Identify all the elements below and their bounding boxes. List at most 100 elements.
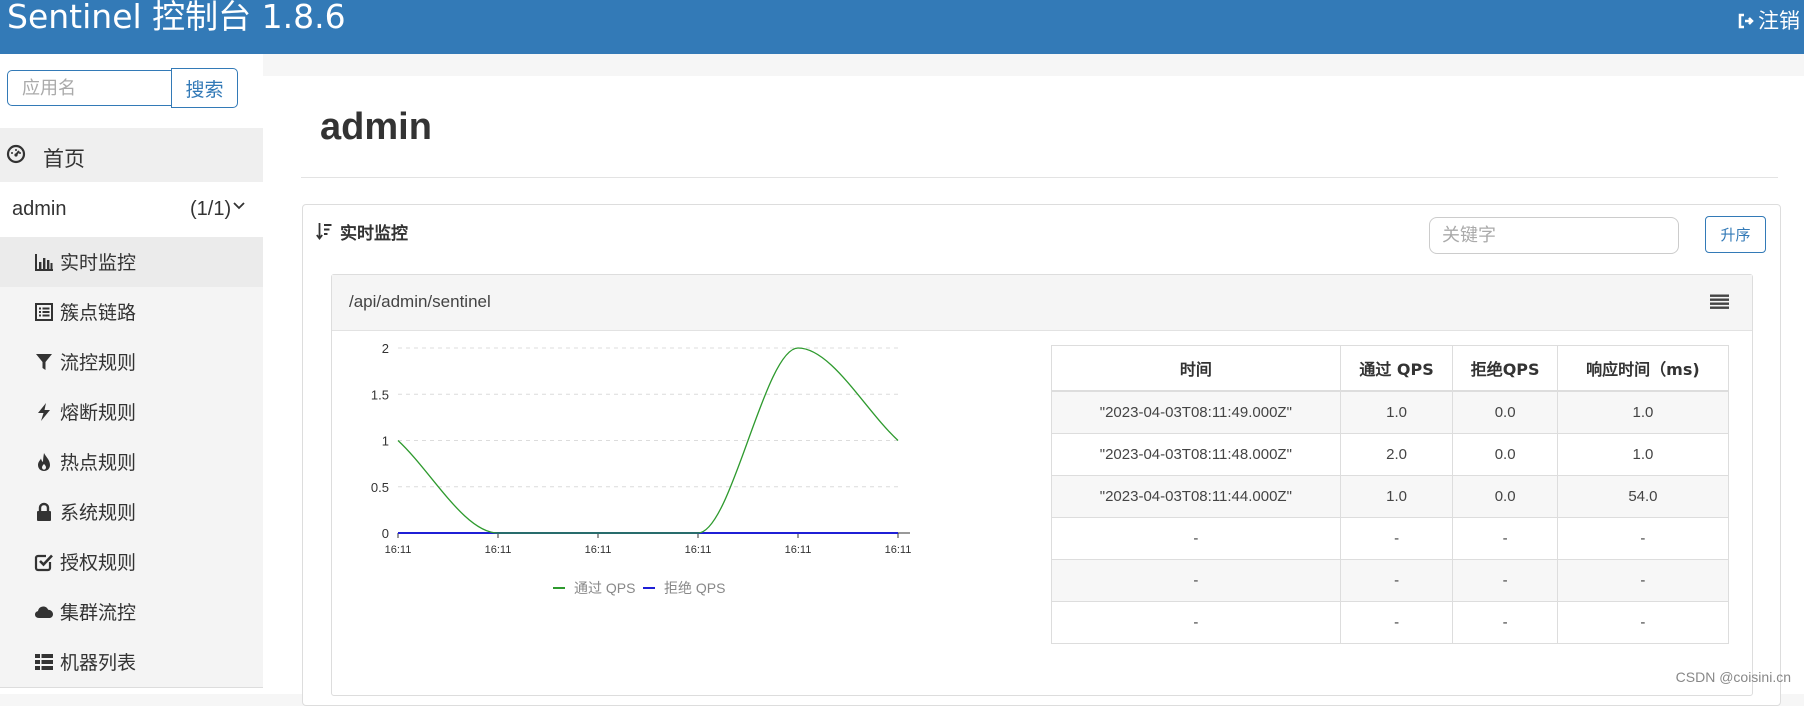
- sidebar-item-realtime-monitor[interactable]: 实时监控: [0, 237, 263, 287]
- x-tick-label: 16:11: [485, 544, 512, 556]
- table-cell: -: [1452, 601, 1558, 644]
- column-header: 拒绝QPS: [1452, 345, 1558, 392]
- table-cell: -: [1339, 517, 1454, 560]
- sidebar-item-cluster-flow[interactable]: 集群流控: [0, 587, 263, 637]
- top-navbar: Sentinel 控制台 1.8.6 注销: [0, 0, 1804, 54]
- title-divider: [301, 177, 1778, 178]
- resource-card: /api/admin/sentinel 0 0.5 1 1.5 2 16:11 16:11 1…: [331, 274, 1753, 696]
- legend-label: 通过 QPS: [574, 580, 635, 596]
- table-cell: 2.0: [1339, 433, 1454, 476]
- table-cell: -: [1556, 559, 1730, 602]
- sidebar-item-label: 机器列表: [60, 652, 137, 674]
- bar-chart-icon: [35, 254, 53, 271]
- sidebar-item-cluster-point-link[interactable]: 簇点链路: [0, 287, 263, 337]
- table-row: "2023-04-03T08:11:48.000Z" 2.0 0.0 1.0: [1051, 433, 1730, 476]
- table-cell: -: [1051, 517, 1341, 560]
- app-name: admin: [12, 198, 67, 220]
- logout-icon: [1738, 13, 1754, 29]
- sidebar-item-label: 流控规则: [60, 352, 137, 374]
- lock-icon: [37, 502, 51, 521]
- chevron-down-icon: [233, 202, 245, 210]
- logout-button[interactable]: 注销: [1737, 9, 1800, 33]
- x-tick-label: 16:11: [685, 544, 712, 556]
- sidebar-item-home[interactable]: 首页: [0, 128, 263, 182]
- table-row: ----: [1051, 559, 1730, 602]
- app-search-button[interactable]: 搜索: [171, 68, 238, 108]
- sidebar-item-label: 系统规则: [60, 502, 137, 524]
- sidebar-item-label: 集群流控: [60, 602, 137, 624]
- y-tick-label: 1: [382, 434, 389, 449]
- table-cell: -: [1452, 517, 1558, 560]
- sidebar-item-label: 熔断规则: [60, 402, 137, 424]
- app-menu: 实时监控 簇点链路 流控规则 熔断规则 热点规则 系统规则 授权规则 集群流控 …: [0, 237, 263, 687]
- table-cell: -: [1339, 601, 1454, 644]
- sidebar-item-authority-rules[interactable]: 授权规则: [0, 537, 263, 587]
- table-cell: "2023-04-03T08:11:49.000Z": [1051, 390, 1341, 434]
- sidebar-item-system-rules[interactable]: 系统规则: [0, 487, 263, 537]
- qps-line-chart: 0 0.5 1 1.5 2 16:11 16:11 16:11 16:11 16:11 16:11 通…: [371, 341, 912, 596]
- metrics-table: 时间 通过 QPS 拒绝QPS 响应时间（ms) "2023-04-03T08:11:…: [1051, 345, 1730, 644]
- panel-title: 实时监控: [340, 224, 408, 244]
- table-cell: 1.0: [1556, 390, 1730, 434]
- check-icon: [34, 554, 53, 572]
- watermark: CSDN @coisini.cn: [1675, 669, 1791, 685]
- table-cell: -: [1452, 559, 1558, 602]
- table-cell: -: [1339, 559, 1454, 602]
- y-tick-label: 1.5: [371, 387, 389, 402]
- menu-hamburger-icon[interactable]: [1710, 294, 1729, 309]
- sidebar-item-label: 授权规则: [60, 552, 137, 574]
- x-tick-label: 16:11: [885, 544, 912, 556]
- x-tick-label: 16:11: [785, 544, 812, 556]
- table-cell: "2023-04-03T08:11:44.000Z": [1051, 475, 1341, 518]
- sidebar-divider: [0, 687, 263, 688]
- table-row: "2023-04-03T08:11:44.000Z" 1.0 0.0 54.0: [1051, 475, 1730, 518]
- table-cell: 1.0: [1339, 390, 1454, 434]
- main-content: admin 实时监控 升序 /api/admin/sentinel 00.511…: [263, 76, 1804, 706]
- keyword-search-input[interactable]: [1429, 217, 1679, 254]
- list-alt-icon: [35, 303, 53, 321]
- table-cell: 1.0: [1556, 433, 1730, 476]
- table-cell: -: [1051, 601, 1341, 644]
- page-title: admin: [320, 106, 432, 148]
- app-search: 搜索: [7, 68, 238, 108]
- sidebar-item-degrade-rules[interactable]: 熔断规则: [0, 387, 263, 437]
- table-cell: 0.0: [1452, 475, 1558, 518]
- table-cell: 0.0: [1452, 433, 1558, 476]
- y-tick-label: 0: [382, 526, 389, 541]
- table-cell: "2023-04-03T08:11:48.000Z": [1051, 433, 1341, 476]
- sidebar-item-label: 簇点链路: [60, 302, 137, 324]
- sidebar-app-admin[interactable]: admin (1/1): [0, 182, 263, 236]
- table-cell: -: [1556, 601, 1730, 644]
- table-row: ----: [1051, 517, 1730, 560]
- th-list-icon: [35, 654, 53, 670]
- fire-icon: [38, 453, 50, 471]
- sidebar-item-hotspot-rules[interactable]: 热点规则: [0, 437, 263, 487]
- x-tick-label: 16:11: [585, 544, 612, 556]
- table-cell: -: [1556, 517, 1730, 560]
- sidebar-item-label: 首页: [43, 147, 85, 171]
- table-cell: -: [1051, 559, 1341, 602]
- column-header: 时间: [1051, 345, 1341, 392]
- sidebar-item-flow-rules[interactable]: 流控规则: [0, 337, 263, 387]
- table-cell: 54.0: [1556, 475, 1730, 518]
- y-tick-label: 2: [382, 341, 389, 356]
- dashboard-icon: [6, 144, 26, 164]
- table-cell: 1.0: [1339, 475, 1454, 518]
- filter-icon: [36, 354, 52, 370]
- column-header: 响应时间（ms): [1556, 345, 1730, 392]
- table-header-row: 时间 通过 QPS 拒绝QPS 响应时间（ms): [1051, 345, 1730, 392]
- sort-ascending-button[interactable]: 升序: [1705, 216, 1766, 253]
- column-header: 通过 QPS: [1339, 345, 1454, 392]
- app-search-input[interactable]: [7, 70, 171, 106]
- app-machine-count: (1/1): [190, 198, 232, 220]
- table-row: "2023-04-03T08:11:49.000Z" 1.0 0.0 1.0: [1051, 390, 1730, 434]
- cloud-icon: [35, 606, 53, 618]
- sidebar: 搜索 首页 admin (1/1) 实时监控: [0, 54, 263, 694]
- sort-amount-icon: [316, 223, 332, 240]
- sidebar-item-label: 热点规则: [60, 452, 137, 474]
- sidebar-item-machine-list[interactable]: 机器列表: [0, 637, 263, 687]
- logout-label: 注销: [1758, 9, 1800, 33]
- app-title[interactable]: Sentinel 控制台 1.8.6: [7, 0, 346, 37]
- sidebar-item-label: 实时监控: [60, 252, 137, 274]
- realtime-monitor-panel: 实时监控 升序 /api/admin/sentinel 00.511.5216:…: [302, 204, 1781, 706]
